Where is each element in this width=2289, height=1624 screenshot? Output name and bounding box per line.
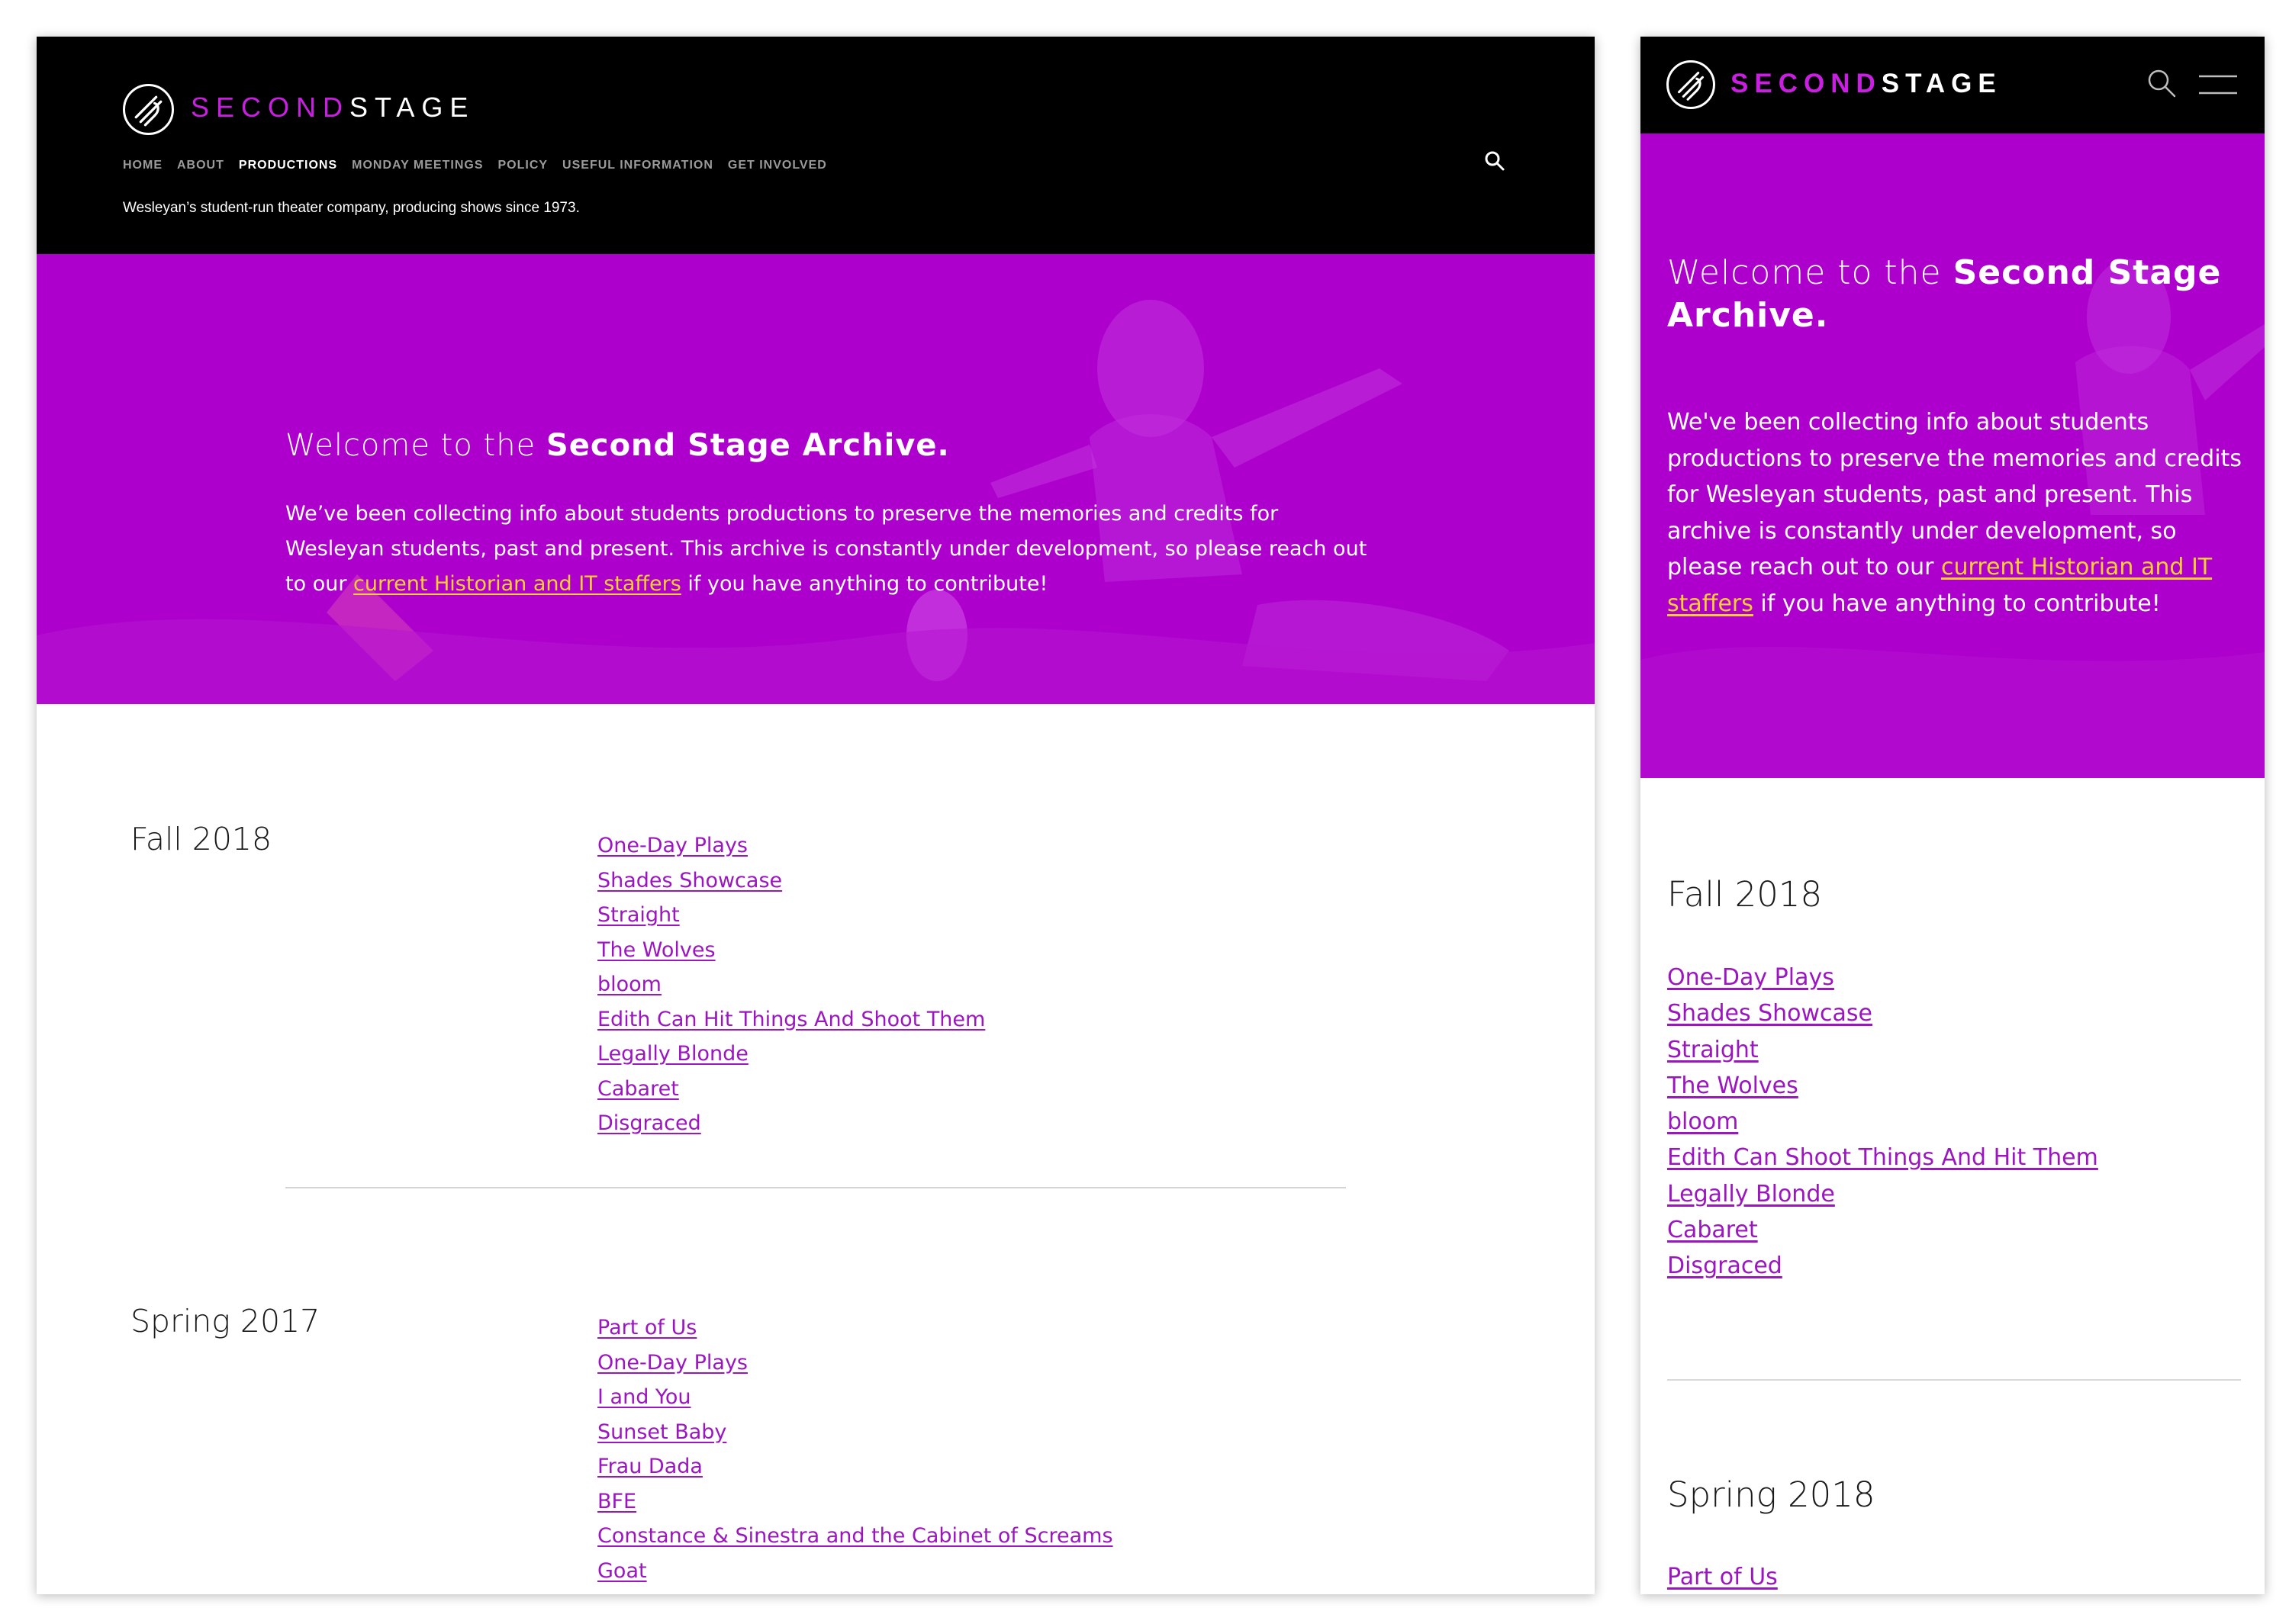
- brand-part-stage: STAGE: [1881, 69, 2002, 98]
- hero-title-light: Welcome to the: [1667, 253, 1953, 292]
- nav-item-get-involved[interactable]: GET INVOLVED: [728, 159, 827, 172]
- hero-title-bold: Second Stage Archive.: [546, 428, 950, 463]
- site-header: SECONDSTAGE HOME ABOUT PRODUCTIONS MONDA…: [37, 37, 1595, 254]
- show-link[interactable]: Edith Can Hit Things And Shoot Them: [597, 1002, 985, 1037]
- season-heading: Fall 2018: [130, 821, 272, 857]
- show-link[interactable]: Disgraced: [1667, 1248, 2098, 1284]
- search-icon[interactable]: [1483, 150, 1506, 172]
- hero-banner: Welcome to the Second Stage Archive. We'…: [1640, 133, 2265, 778]
- hero-background-image: [37, 254, 1595, 704]
- desktop-viewport: SECONDSTAGE HOME ABOUT PRODUCTIONS MONDA…: [37, 37, 1595, 1594]
- season-heading: Spring 2017: [130, 1303, 320, 1339]
- nav-item-monday-meetings[interactable]: MONDAY MEETINGS: [352, 159, 483, 172]
- show-list: One-Day Plays Shades Showcase Straight T…: [597, 828, 985, 1141]
- brand-wordmark[interactable]: SECONDSTAGE: [1730, 69, 2002, 99]
- show-link[interactable]: Legally Blonde: [597, 1037, 985, 1072]
- show-link[interactable]: One-Day Plays: [597, 828, 985, 863]
- show-link[interactable]: The Last Five Years: [597, 1588, 1113, 1594]
- second-stage-logo-icon[interactable]: [123, 84, 174, 135]
- brand-wordmark[interactable]: SECONDSTAGE: [191, 92, 475, 124]
- show-link[interactable]: Shades Showcase: [1667, 995, 2098, 1031]
- brand-part-second: SECOND: [1730, 69, 1882, 98]
- brand-part-second: SECOND: [191, 92, 350, 123]
- historian-link[interactable]: current Historian and IT staffers: [353, 572, 681, 596]
- show-link[interactable]: Straight: [597, 898, 985, 933]
- show-link[interactable]: Sunset Baby: [597, 1415, 1113, 1450]
- show-link[interactable]: Constance & Sinestra and the Cabinet of …: [597, 1519, 1113, 1554]
- show-list: Part of Us: [1667, 1559, 1778, 1594]
- show-list: One-Day Plays Shades Showcase Straight T…: [1667, 960, 2098, 1285]
- show-link[interactable]: BFE: [597, 1484, 1113, 1519]
- show-link[interactable]: bloom: [1667, 1104, 2098, 1140]
- nav-item-home[interactable]: HOME: [123, 159, 163, 172]
- section-divider: [285, 1187, 1346, 1188]
- season-heading: Fall 2018: [1667, 874, 1823, 915]
- show-link[interactable]: Cabaret: [597, 1072, 985, 1107]
- second-stage-logo-icon[interactable]: [1666, 60, 1715, 109]
- nav-item-useful-information[interactable]: USEFUL INFORMATION: [562, 159, 713, 172]
- show-link[interactable]: Edith Can Shoot Things And Hit Them: [1667, 1140, 2098, 1175]
- show-link[interactable]: Straight: [1667, 1032, 2098, 1068]
- hero-title-light: Welcome to the: [285, 428, 546, 463]
- hero-text-after: if you have anything to contribute!: [681, 572, 1048, 596]
- hero-title: Welcome to the Second Stage Archive.: [285, 428, 950, 463]
- mobile-viewport: SECONDSTAGE Welcome to the Second Stage …: [1640, 37, 2265, 1594]
- brand-part-stage: STAGE: [349, 92, 475, 123]
- site-tagline: Wesleyan’s student-run theater company, …: [123, 200, 580, 216]
- season-heading: Spring 2018: [1667, 1474, 1875, 1515]
- hero-title: Welcome to the Second Stage Archive.: [1667, 252, 2247, 337]
- show-link[interactable]: Frau Dada: [597, 1449, 1113, 1484]
- show-link[interactable]: Part of Us: [597, 1310, 1113, 1346]
- show-link[interactable]: Goat: [597, 1554, 1113, 1589]
- nav-item-policy[interactable]: POLICY: [497, 159, 548, 172]
- show-link[interactable]: The Wolves: [597, 933, 985, 968]
- show-link[interactable]: Part of Us: [1667, 1559, 1778, 1594]
- show-link[interactable]: Shades Showcase: [597, 863, 985, 899]
- hero-banner: Welcome to the Second Stage Archive. We’…: [37, 254, 1595, 704]
- hero-text-after: if you have anything to contribute!: [1753, 590, 2161, 617]
- mobile-site-header: SECONDSTAGE: [1640, 37, 2265, 133]
- nav-item-about[interactable]: ABOUT: [177, 159, 224, 172]
- section-divider: [1667, 1379, 2241, 1381]
- main-nav: HOME ABOUT PRODUCTIONS MONDAY MEETINGS P…: [123, 159, 827, 172]
- show-link[interactable]: The Wolves: [1667, 1068, 2098, 1104]
- show-link[interactable]: I and You: [597, 1380, 1113, 1415]
- show-link[interactable]: One-Day Plays: [597, 1346, 1113, 1381]
- hero-intro-text: We’ve been collecting info about student…: [285, 497, 1369, 602]
- show-link[interactable]: Disgraced: [597, 1106, 985, 1141]
- show-list: Part of Us One-Day Plays I and You Sunse…: [597, 1310, 1113, 1594]
- show-link[interactable]: bloom: [597, 967, 985, 1002]
- hero-intro-text: We've been collecting info about student…: [1667, 404, 2247, 622]
- show-link[interactable]: Legally Blonde: [1667, 1176, 2098, 1212]
- show-link[interactable]: One-Day Plays: [1667, 960, 2098, 995]
- show-link[interactable]: Cabaret: [1667, 1212, 2098, 1248]
- nav-item-productions[interactable]: PRODUCTIONS: [239, 159, 337, 172]
- hamburger-menu-icon[interactable]: [2199, 73, 2237, 96]
- search-icon[interactable]: [2146, 67, 2178, 99]
